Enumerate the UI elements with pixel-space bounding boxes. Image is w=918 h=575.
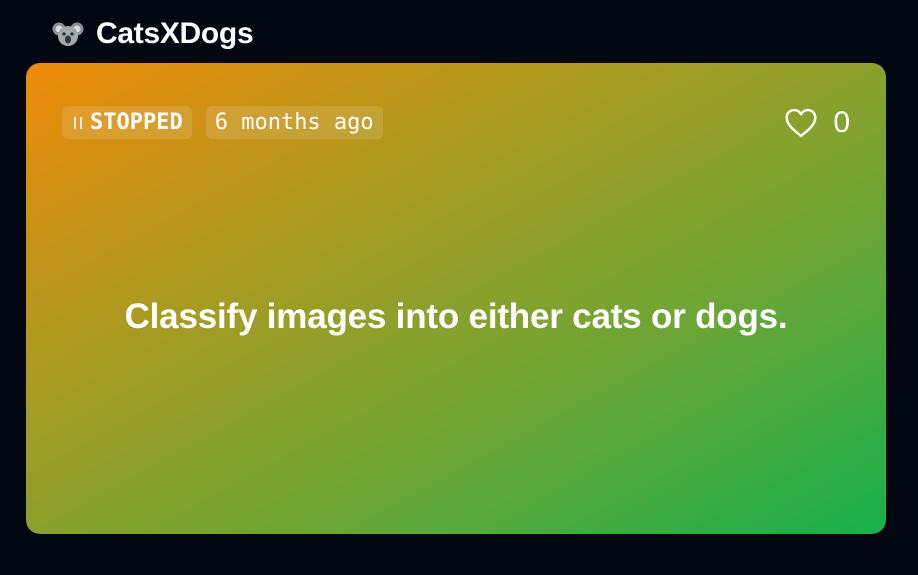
- heart-icon[interactable]: [783, 105, 819, 141]
- space-header: CatsXDogs: [52, 14, 254, 54]
- status-badge: STOPPED: [62, 106, 192, 139]
- space-description: Classify images into either cats or dogs…: [124, 297, 788, 336]
- like-count: 0: [833, 106, 850, 139]
- updated-label: 6 months ago: [214, 110, 374, 135]
- card-badges: STOPPED 6 months ago: [62, 106, 383, 139]
- koala-icon: [52, 18, 84, 50]
- updated-badge: 6 months ago: [205, 106, 383, 139]
- space-card[interactable]: STOPPED 6 months ago 0 Classify images i…: [26, 63, 886, 534]
- status-label: STOPPED: [90, 110, 183, 135]
- pause-icon: [74, 116, 82, 130]
- like-button[interactable]: 0: [783, 105, 850, 141]
- space-title[interactable]: CatsXDogs: [96, 17, 254, 51]
